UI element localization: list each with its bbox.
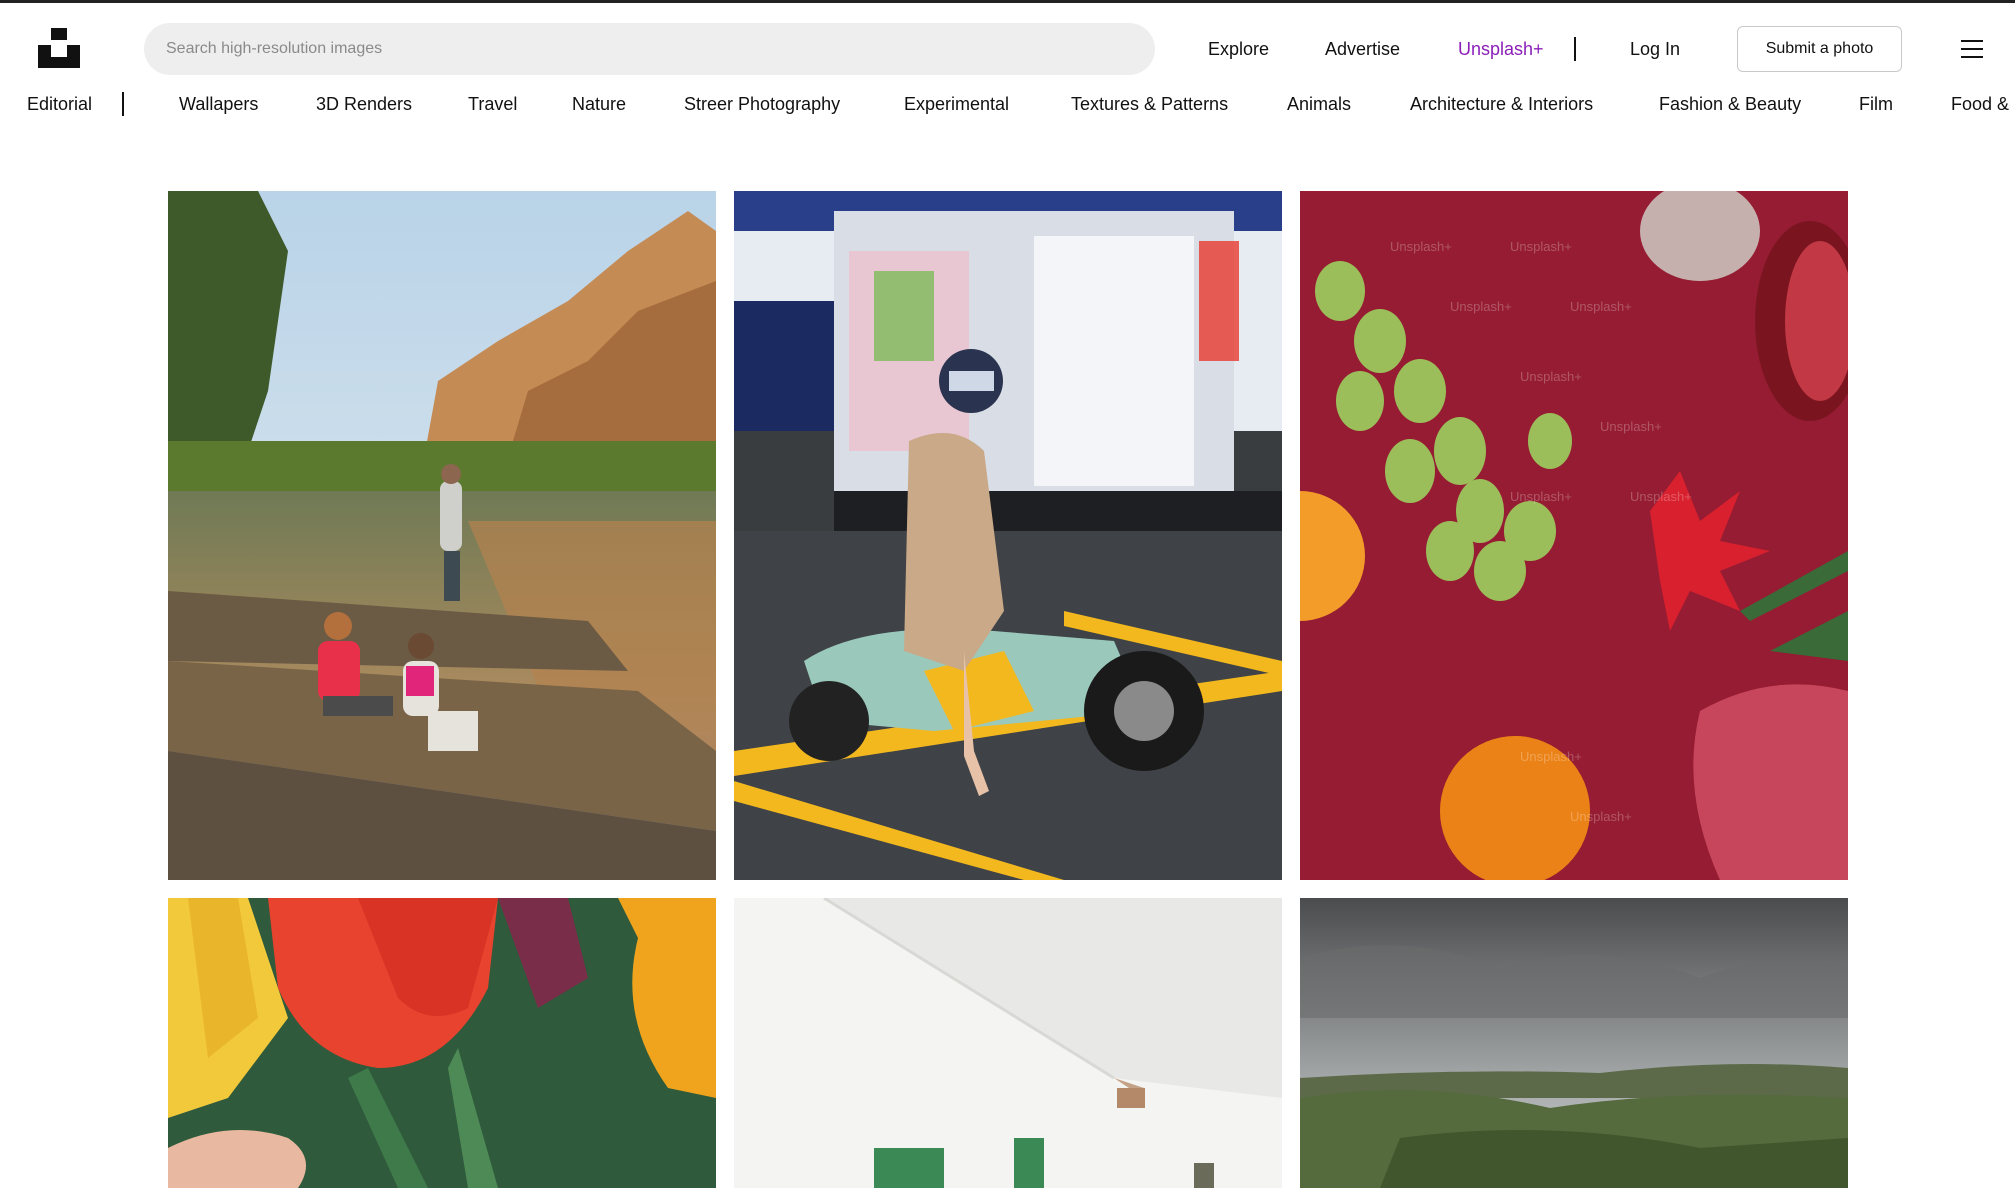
category-architecture-interiors[interactable]: Architecture & Interiors [1410, 92, 1593, 116]
category-3d-renders[interactable]: 3D Renders [316, 92, 412, 116]
photo-scooter-street[interactable] [734, 191, 1282, 880]
unsplash-logo-icon[interactable] [38, 28, 80, 68]
category-textures-patterns[interactable]: Textures & Patterns [1071, 92, 1228, 116]
nav-explore[interactable]: Explore [1208, 37, 1269, 61]
category-fashion-beauty[interactable]: Fashion & Beauty [1659, 92, 1801, 116]
category-wallpapers[interactable]: Wallapers [179, 92, 258, 116]
category-experimental[interactable]: Experimental [904, 92, 1009, 116]
category-bar: Editorial Wallapers 3D Renders Travel Na… [0, 90, 2015, 120]
category-travel[interactable]: Travel [468, 92, 517, 116]
category-street-photography[interactable]: Streer Photography [684, 92, 840, 116]
watermark-text: Unsplash+ [1450, 299, 1512, 314]
category-nature[interactable]: Nature [572, 92, 626, 116]
photo-tulips[interactable] [168, 898, 716, 1188]
watermark-text: Unsplash+ [1600, 419, 1662, 434]
photo-white-building[interactable] [734, 898, 1282, 1188]
nav-unsplash-plus[interactable]: Unsplash+ [1458, 37, 1544, 61]
watermark-text: Unsplash+ [1630, 489, 1692, 504]
watermark-text: Unsplash+ [1510, 239, 1572, 254]
watermark-text: Unsplash+ [1570, 809, 1632, 824]
photo-valley-reflection[interactable] [168, 191, 716, 880]
photo-fruits-red-textile[interactable]: Unsplash+ Unsplash+ Unsplash+ Unsplash+ … [1300, 191, 1848, 880]
header: Explore Advertise Unsplash+ Log In Submi… [0, 3, 2015, 93]
nav-advertise[interactable]: Advertise [1325, 37, 1400, 61]
category-film[interactable]: Film [1859, 92, 1893, 116]
category-divider [122, 92, 124, 116]
category-editorial[interactable]: Editorial [27, 92, 92, 116]
submit-photo-button[interactable]: Submit a photo [1737, 26, 1902, 72]
hamburger-menu-icon[interactable] [1961, 40, 1983, 60]
watermark-text: Unsplash+ [1510, 489, 1572, 504]
watermark-text: Unsplash+ [1520, 369, 1582, 384]
search-input[interactable] [144, 23, 1155, 75]
watermark-text: Unsplash+ [1520, 749, 1582, 764]
category-animals[interactable]: Animals [1287, 92, 1351, 116]
nav-login[interactable]: Log In [1630, 37, 1680, 61]
watermark-text: Unsplash+ [1390, 239, 1452, 254]
nav-divider [1574, 37, 1576, 61]
category-food[interactable]: Food & [1951, 92, 2009, 116]
photo-cloudy-hills[interactable] [1300, 898, 1848, 1188]
watermark-text: Unsplash+ [1570, 299, 1632, 314]
